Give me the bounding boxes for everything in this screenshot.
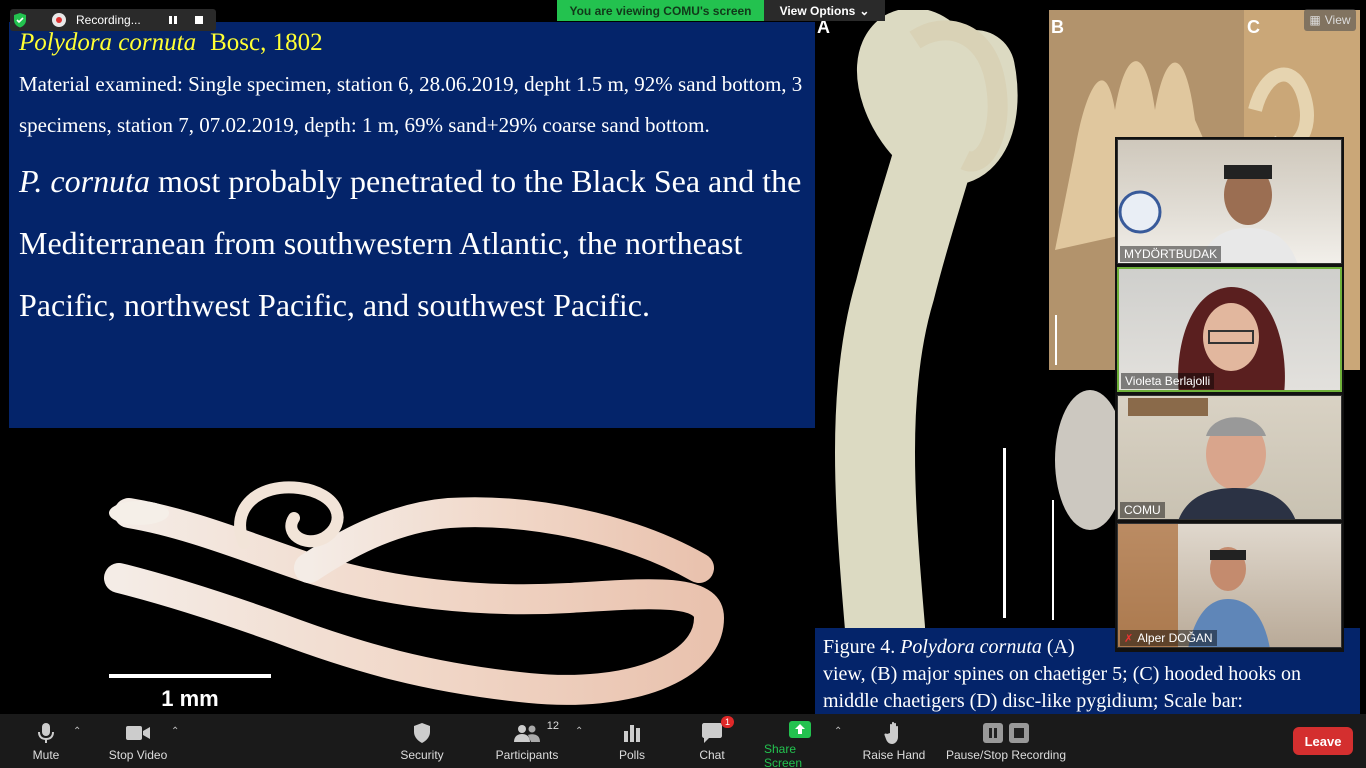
pause-icon	[169, 16, 177, 24]
polls-label: Polls	[618, 748, 645, 762]
leave-button[interactable]: Leave	[1293, 727, 1353, 755]
participants-button[interactable]: 12 Participants	[494, 714, 560, 768]
share-options-caret-icon[interactable]: ⌃	[834, 726, 842, 737]
slide-author: Bosc, 1802	[210, 29, 323, 56]
participants-options-caret-icon[interactable]: ⌃	[575, 726, 583, 737]
view-button-label: View	[1324, 13, 1351, 27]
share-screen-label: Share Screen	[764, 742, 803, 768]
participant-tile-active[interactable]: Violeta Berlajolli	[1117, 267, 1342, 392]
material-examined-text: Material examined: Single specimen, stat…	[19, 72, 803, 137]
stop-icon	[1009, 723, 1029, 743]
mute-label: Mute	[32, 748, 60, 762]
stop-video-label: Stop Video	[108, 748, 168, 762]
audio-options-caret-icon[interactable]: ⌃	[73, 726, 81, 737]
figure-label-b: B	[1051, 17, 1064, 37]
stop-video-button[interactable]: Stop Video	[104, 714, 172, 768]
caption-rest: (A)	[1041, 636, 1075, 658]
chat-label: Chat	[699, 748, 725, 762]
participant-name: MYDÖRTBUDAK	[1120, 246, 1222, 262]
recording-label: Recording...	[76, 13, 141, 27]
chat-button[interactable]: 1 Chat	[694, 714, 734, 768]
video-options-caret-icon[interactable]: ⌃	[171, 726, 179, 737]
slide-species: Polydora cornuta	[19, 29, 197, 56]
recording-dot-icon	[52, 13, 66, 27]
share-screen-button[interactable]: Share Screen	[764, 714, 836, 768]
mute-button[interactable]: Mute	[22, 714, 70, 768]
caption-line2: view, (B) major spines on chaetiger 5; (…	[823, 663, 1302, 712]
pause-stop-recording-button[interactable]: Pause/Stop Recording	[944, 714, 1068, 768]
raise-hand-label: Raise Hand	[862, 748, 926, 762]
pause-stop-recording-label: Pause/Stop Recording	[945, 748, 1067, 762]
slide-title: Polydora cornuta Bosc, 1802	[19, 26, 805, 60]
participants-count: 12	[546, 720, 559, 732]
chat-bubble-icon	[702, 723, 722, 743]
shared-screen: Polydora cornuta Bosc, 1802 Material exam…	[0, 0, 1366, 714]
participant-name: Violeta Berlajolli	[1121, 373, 1215, 389]
penetration-text: P. cornuta most probably penetrated to t…	[19, 150, 805, 336]
participant-name: COMU	[1120, 502, 1165, 518]
pause-icon	[983, 723, 1003, 743]
worm-image: 1 mm	[104, 481, 725, 711]
figure-label-c: C	[1247, 17, 1260, 37]
chat-unread-badge: 1	[720, 716, 734, 728]
polls-button[interactable]: Polls	[612, 714, 652, 768]
viewing-screen-banner: You are viewing COMU's screen	[557, 0, 764, 21]
participant-tile[interactable]: COMU	[1117, 395, 1342, 520]
stop-recording-button[interactable]	[186, 9, 212, 31]
grid-view-icon: ▦	[1309, 13, 1321, 27]
view-options-label: View Options	[779, 3, 856, 18]
caption-species: Polydora cornuta	[900, 636, 1042, 658]
recording-indicator: Recording...	[10, 9, 216, 31]
scale-bar-label: 1 mm	[161, 686, 218, 711]
security-button[interactable]: Security	[396, 714, 448, 768]
pause-recording-button[interactable]	[160, 9, 186, 31]
share-screen-icon	[789, 721, 811, 738]
participant-tile[interactable]: MYDÖRTBUDAK	[1117, 139, 1342, 264]
video-camera-icon	[126, 726, 150, 740]
participants-label: Participants	[495, 748, 559, 762]
penetration-species: P. cornuta	[19, 163, 150, 199]
view-options-button[interactable]: View Options ⌄	[764, 0, 885, 21]
security-label: Security	[400, 748, 444, 762]
participant-tile[interactable]: ✗ Alper DOĞAN	[1117, 523, 1342, 648]
slide-text-panel: Polydora cornuta Bosc, 1802 Material exam…	[9, 22, 815, 428]
participant-name: Alper DOĞAN	[1137, 631, 1213, 645]
microphone-icon	[38, 723, 54, 743]
shield-icon	[414, 723, 430, 743]
raise-hand-button[interactable]: Raise Hand	[862, 714, 926, 768]
participants-icon	[514, 725, 540, 742]
polls-icon	[624, 725, 640, 742]
participant-gallery: MYDÖRTBUDAK Violeta Berlajolli COMU ✗ Al…	[1115, 137, 1344, 652]
view-button[interactable]: ▦ View	[1304, 9, 1356, 31]
mic-muted-icon: ✗	[1124, 632, 1134, 645]
meeting-toolbar: Mute ⌃ Stop Video ⌃ Security 12 Particip…	[0, 714, 1366, 768]
specimen-photo: 1 mm	[9, 428, 813, 714]
security-shield-icon	[10, 10, 30, 30]
participant-name-muted: ✗ Alper DOĞAN	[1120, 630, 1217, 646]
caption-prefix: Figure 4.	[823, 636, 901, 658]
stop-icon	[195, 16, 203, 24]
raise-hand-icon	[884, 721, 898, 744]
chevron-down-icon: ⌄	[859, 3, 870, 18]
